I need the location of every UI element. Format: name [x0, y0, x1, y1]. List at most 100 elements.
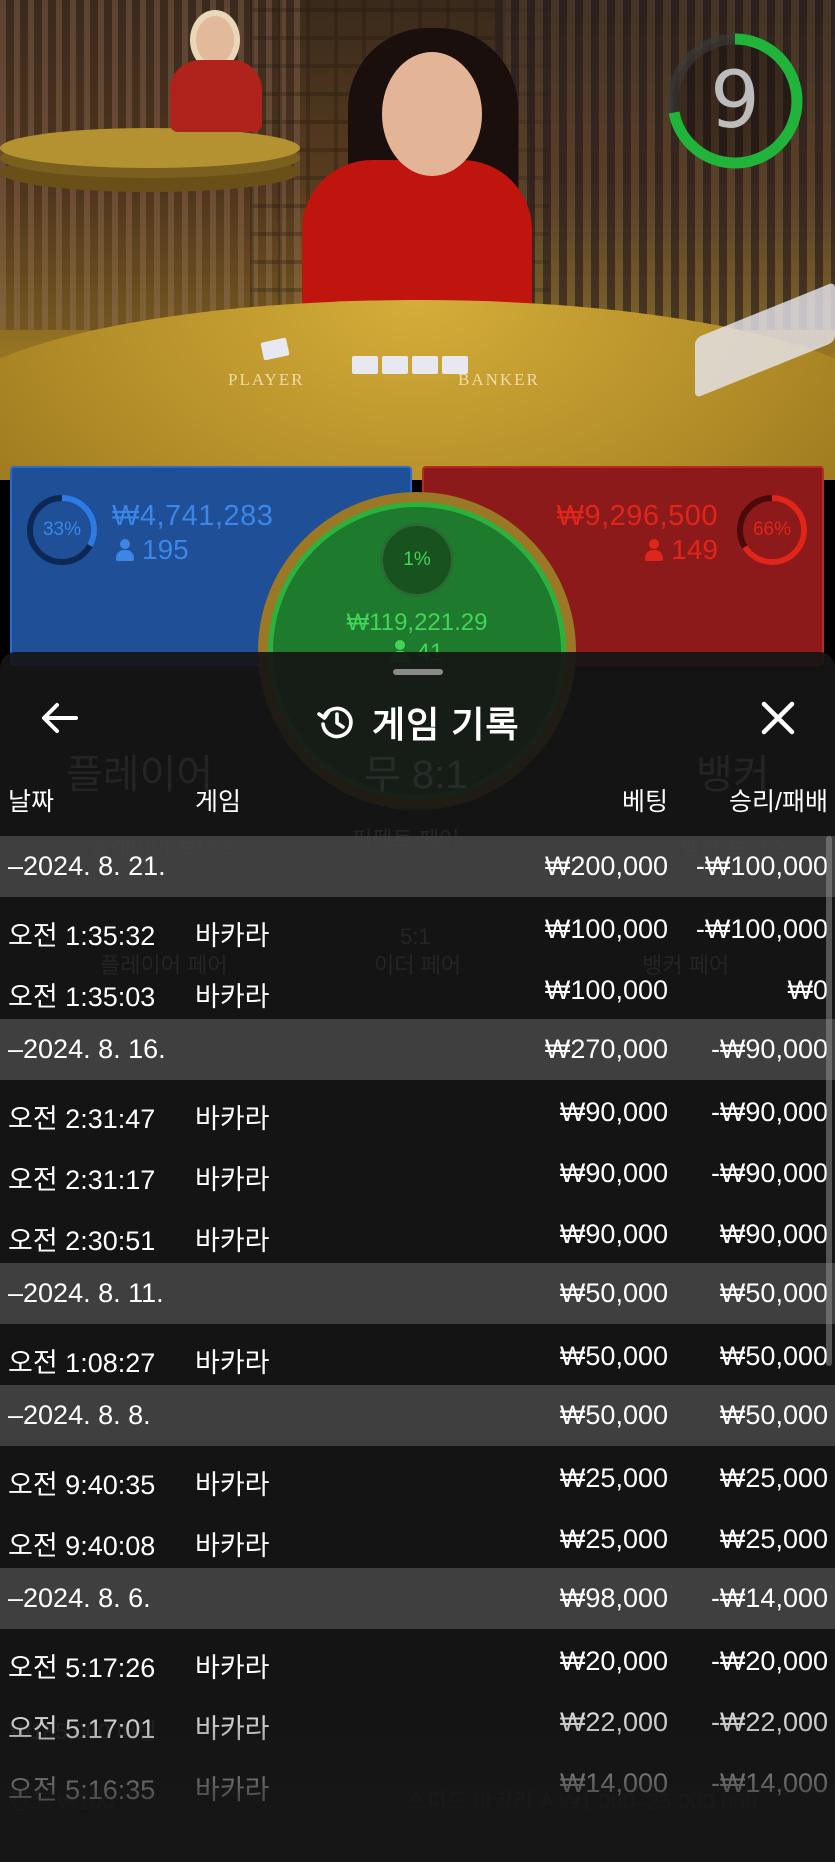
player-users-value: 195 [142, 534, 189, 565]
close-button[interactable] [752, 692, 804, 744]
win-loss-amount: -₩20,000 [710, 1646, 828, 1676]
game-time: 오전 5:17:01 [8, 1714, 156, 1744]
player-percent-ring: 33% [24, 492, 100, 568]
bet-amount: ₩22,000 [559, 1707, 668, 1737]
game-row[interactable]: 오전 2:31:17 바카라 ₩90,000 -₩90,000 [0, 1141, 835, 1202]
game-time: 오전 5:17:26 [8, 1653, 156, 1683]
win-loss-amount: -₩90,000 [710, 1158, 828, 1188]
win-loss-amount: ₩0 [787, 975, 829, 1005]
game-row[interactable]: 오전 2:30:51 바카라 ₩90,000 ₩90,000 [0, 1202, 835, 1263]
win-loss-amount: -₩22,000 [710, 1707, 828, 1737]
win-loss-amount: ₩25,000 [719, 1463, 828, 1493]
countdown-timer: 9 [664, 30, 806, 172]
game-row[interactable]: 오전 1:35:32 바카라 ₩100,000 -₩100,000 [0, 897, 835, 958]
game-row[interactable]: 오전 5:17:01 바카라 ₩22,000 -₩22,000 [0, 1690, 835, 1751]
game-name: 바카라 [195, 982, 270, 1012]
side-table [0, 128, 300, 168]
history-icon [316, 706, 353, 739]
banker-percent-ring: 66% [734, 492, 810, 568]
bet-amount: ₩50,000 [559, 1341, 668, 1371]
dealer-face [382, 52, 482, 176]
win-loss-amount: -₩90,000 [710, 1097, 828, 1127]
close-icon [761, 701, 795, 735]
game-time: 오전 1:35:32 [8, 921, 156, 951]
group-bet-total: ₩50,000 [559, 1278, 668, 1308]
column-result: 승리/패배 [729, 788, 828, 816]
win-loss-amount: ₩90,000 [719, 1219, 828, 1249]
game-row[interactable]: 오전 1:35:03 바카라 ₩100,000 ₩0 [0, 958, 835, 1019]
game-name: 바카라 [195, 1775, 270, 1805]
group-date: –2024. 8. 6. [8, 1583, 151, 1613]
countdown-value: 9 [710, 56, 760, 146]
bet-amount: ₩14,000 [559, 1768, 668, 1798]
card [382, 356, 408, 374]
game-time: 오전 1:08:27 [8, 1348, 156, 1378]
game-name: 바카라 [195, 1653, 270, 1683]
group-bet-total: ₩200,000 [544, 851, 668, 881]
column-bet: 베팅 [621, 788, 668, 816]
live-video: PLAYER BANKER 9 [0, 0, 835, 480]
group-result-total: -₩100,000 [695, 851, 828, 881]
bet-amount: ₩90,000 [559, 1219, 668, 1249]
game-row[interactable]: 오전 2:31:47 바카라 ₩90,000 -₩90,000 [0, 1080, 835, 1141]
game-name: 바카라 [195, 1531, 270, 1561]
game-name: 바카라 [195, 921, 270, 951]
card [412, 356, 438, 374]
game-row[interactable]: 오전 9:40:35 바카라 ₩25,000 ₩25,000 [0, 1446, 835, 1507]
date-group-row[interactable]: –2024. 8. 16. ₩270,000 -₩90,000 [0, 1019, 835, 1080]
group-result-total: -₩90,000 [710, 1034, 828, 1064]
history-list[interactable]: –2024. 8. 21. ₩200,000 -₩100,000 오전 1:35:32… [0, 836, 835, 1812]
game-row[interactable]: 오전 5:17:26 바카라 ₩20,000 -₩20,000 [0, 1629, 835, 1690]
win-loss-amount: ₩25,000 [719, 1524, 828, 1554]
sheet-header: 게임 기록 [0, 696, 835, 746]
bet-amount: ₩25,000 [559, 1524, 668, 1554]
group-date: –2024. 8. 8. [8, 1400, 151, 1430]
player-percent: 33% [42, 519, 82, 540]
group-date: –2024. 8. 11. [8, 1278, 164, 1308]
game-row[interactable]: 오전 9:40:08 바카라 ₩25,000 ₩25,000 [0, 1507, 835, 1568]
date-group-row[interactable]: –2024. 8. 11. ₩50,000 ₩50,000 [0, 1263, 835, 1324]
win-loss-amount: ₩50,000 [719, 1341, 828, 1371]
tie-percent: 1% [380, 523, 454, 597]
banker-users-value: 149 [671, 534, 718, 565]
bet-amount: ₩25,000 [559, 1463, 668, 1493]
game-time: 오전 9:40:35 [8, 1470, 156, 1500]
game-time: 오전 9:40:08 [8, 1531, 156, 1561]
game-row[interactable]: 오전 1:08:27 바카라 ₩50,000 ₩50,000 [0, 1324, 835, 1385]
background-dealer-head [196, 16, 234, 64]
game-name: 바카라 [195, 1714, 270, 1744]
date-group-row[interactable]: –2024. 8. 6. ₩98,000 -₩14,000 [0, 1568, 835, 1629]
bet-amount: ₩90,000 [559, 1158, 668, 1188]
sheet-title: 게임 기록 [371, 704, 520, 745]
group-bet-total: ₩98,000 [559, 1583, 668, 1613]
group-date: –2024. 8. 21. [8, 851, 166, 881]
banker-user-count: 149 [645, 534, 718, 566]
bet-amount: ₩90,000 [559, 1097, 668, 1127]
banker-percent: 66% [752, 519, 792, 540]
game-time: 오전 1:35:03 [8, 982, 156, 1012]
sheet-drag-handle[interactable] [393, 669, 443, 675]
group-result-total: ₩50,000 [719, 1400, 828, 1430]
person-icon [645, 539, 664, 561]
banker-bet-amount: ₩9,296,500 [556, 500, 718, 532]
date-group-row[interactable]: –2024. 8. 8. ₩50,000 ₩50,000 [0, 1385, 835, 1446]
game-name: 바카라 [195, 1165, 270, 1195]
game-row[interactable]: 오전 5:16:35 바카라 ₩14,000 -₩14,000 [0, 1751, 835, 1812]
card [352, 356, 378, 374]
column-date: 날짜 [8, 788, 55, 816]
win-loss-amount: -₩100,000 [695, 914, 828, 944]
group-result-total: ₩50,000 [719, 1278, 828, 1308]
date-group-row[interactable]: –2024. 8. 21. ₩200,000 -₩100,000 [0, 836, 835, 897]
table-label-banker: BANKER [458, 370, 540, 389]
group-bet-total: ₩270,000 [544, 1034, 668, 1064]
bet-amount: ₩100,000 [544, 975, 668, 1005]
table-header: 날짜 게임 베팅 승리/패배 [0, 782, 835, 822]
background-dealer-body [170, 60, 262, 132]
tie-bet-amount: ₩119,221.29 [346, 609, 488, 636]
game-name: 바카라 [195, 1226, 270, 1256]
scrollbar[interactable] [826, 836, 832, 1366]
game-history-sheet: 플레이어 무 8:1 뱅커 플레이어 보너스 퍼펙트 페어 뱅커 보너스 5:1… [0, 652, 835, 1862]
game-time: 오전 2:31:47 [8, 1104, 156, 1134]
game-time: 오전 2:31:17 [8, 1165, 156, 1195]
bet-amount: ₩100,000 [544, 914, 668, 944]
